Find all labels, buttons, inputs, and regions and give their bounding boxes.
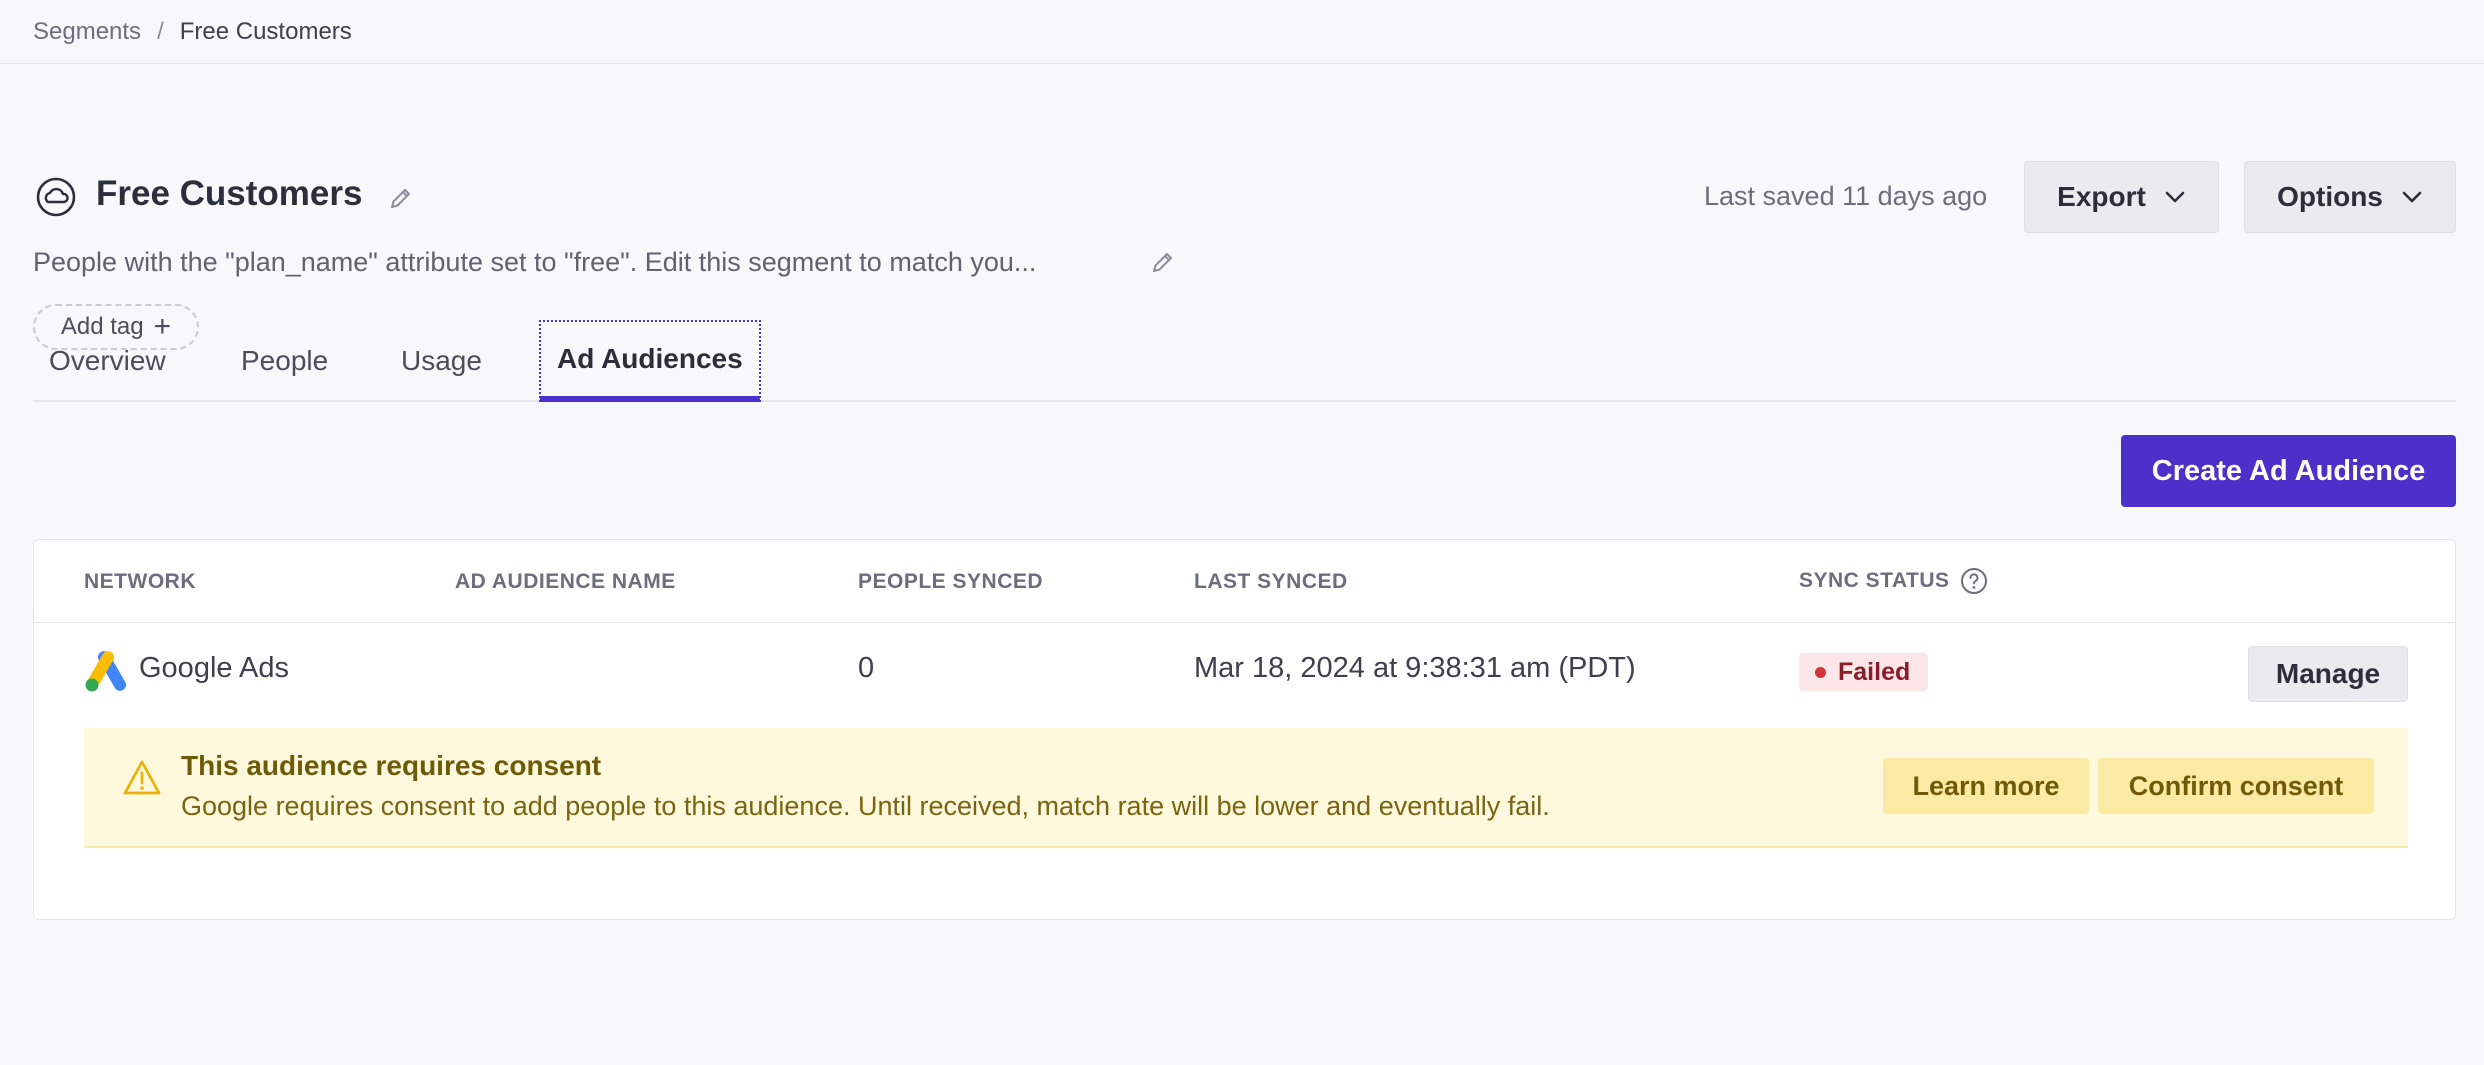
column-header-network: NETWORK: [84, 570, 196, 593]
segment-description: People with the "plan_name" attribute se…: [33, 247, 1037, 277]
column-header-last-synced: LAST SYNCED: [1194, 570, 1348, 593]
page-header: Free Customers People with the "plan_nam…: [0, 64, 2484, 350]
sync-status-header-label: SYNC STATUS: [1799, 569, 1950, 592]
breadcrumb-link-segments[interactable]: Segments: [33, 18, 141, 46]
column-header-people-synced: PEOPLE SYNCED: [858, 570, 1044, 593]
learn-more-button[interactable]: Learn more: [1883, 758, 2089, 814]
export-button-label: Export: [2057, 181, 2146, 212]
tab-usage[interactable]: Usage: [401, 320, 482, 402]
edit-title-pencil-icon[interactable]: [388, 185, 414, 211]
status-badge: Failed: [1799, 653, 1929, 691]
edit-description-pencil-icon[interactable]: [1150, 249, 1176, 275]
status-dot-icon: [1815, 666, 1826, 678]
tab-overview[interactable]: Overview: [49, 320, 166, 402]
breadcrumb-current: Free Customers: [179, 17, 352, 45]
create-ad-audience-button[interactable]: Create Ad Audience: [2121, 435, 2456, 507]
chevron-down-icon: [2402, 191, 2422, 203]
consent-message: Google requires consent to add people to…: [181, 791, 1550, 821]
column-header-sync-status: SYNC STATUS: [1799, 567, 1988, 595]
export-button[interactable]: Export: [2024, 161, 2219, 233]
people-synced-value: 0: [858, 652, 875, 684]
google-ads-logo-icon: [85, 651, 126, 692]
network-name: Google Ads: [139, 652, 289, 684]
tab-bar: Overview People Usage Ad Audiences: [33, 320, 2456, 402]
help-circle-icon[interactable]: [1960, 567, 1988, 595]
consent-title: This audience requires consent: [181, 750, 602, 781]
breadcrumb-separator: /: [157, 17, 164, 45]
column-header-audience-name: AD AUDIENCE NAME: [455, 570, 676, 593]
options-button[interactable]: Options: [2244, 161, 2456, 233]
tab-ad-audiences[interactable]: Ad Audiences: [539, 320, 761, 402]
confirm-consent-button[interactable]: Confirm consent: [2098, 758, 2374, 814]
tab-people[interactable]: People: [241, 320, 328, 402]
consent-warning-banner: This audience requires consent Google re…: [84, 728, 2408, 848]
table-header: NETWORK AD AUDIENCE NAME PEOPLE SYNCED L…: [34, 540, 2455, 623]
manage-button[interactable]: Manage: [2248, 646, 2408, 702]
status-badge-label: Failed: [1838, 657, 1911, 686]
breadcrumb: Segments / Free Customers: [0, 0, 2484, 64]
options-button-label: Options: [2277, 181, 2383, 212]
ad-audiences-table: NETWORK AD AUDIENCE NAME PEOPLE SYNCED L…: [33, 539, 2456, 920]
warning-triangle-icon: [123, 760, 161, 795]
chevron-down-icon: [2165, 191, 2185, 203]
segment-icon: [36, 177, 76, 217]
last-synced-value: Mar 18, 2024 at 9:38:31 am (PDT): [1194, 652, 1636, 684]
last-saved-text: Last saved 11 days ago: [1704, 181, 1988, 211]
page-title: Free Customers: [96, 174, 363, 213]
